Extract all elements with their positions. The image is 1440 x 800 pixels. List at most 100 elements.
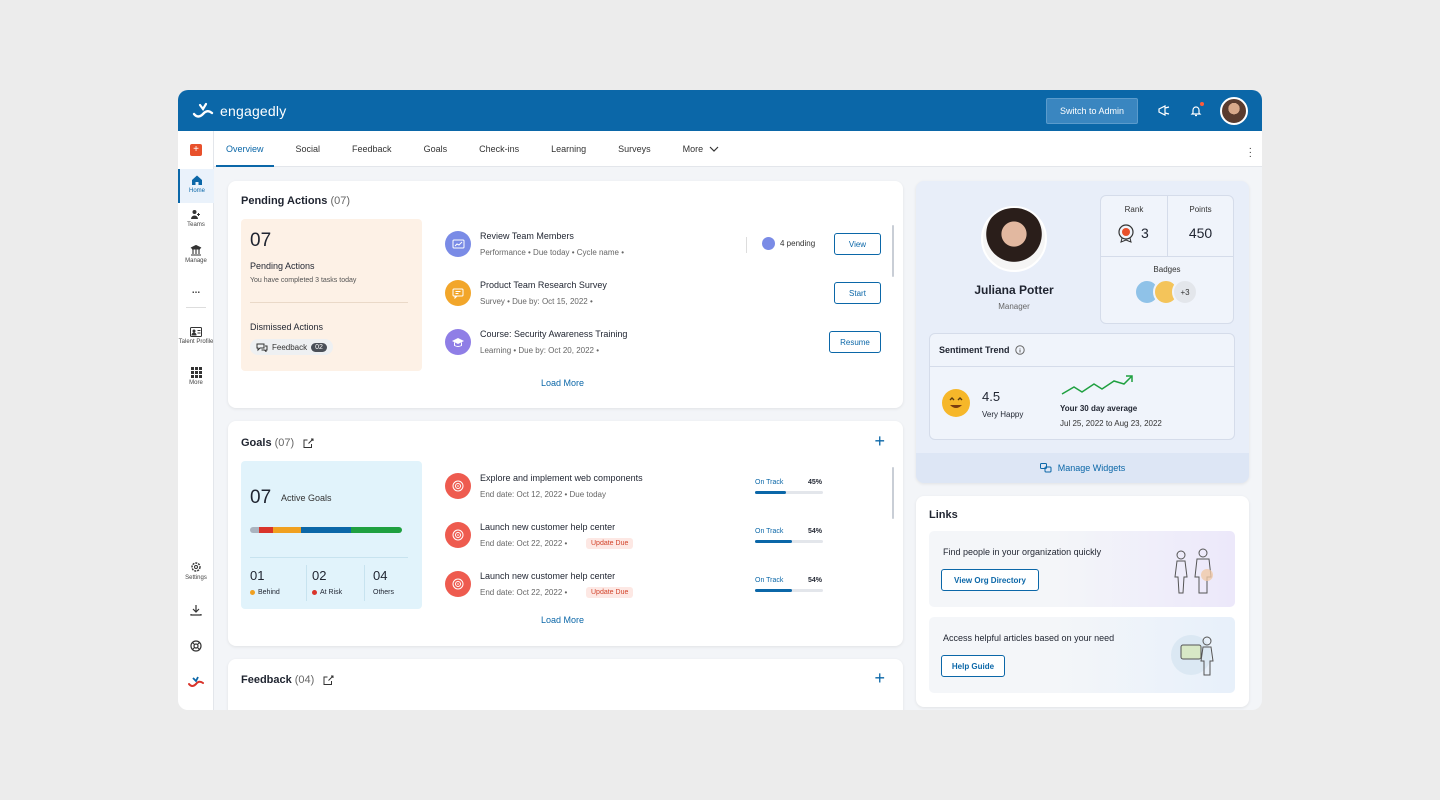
tab-overview[interactable]: Overview xyxy=(216,131,273,167)
pending-actions-title: Pending Actions (07) xyxy=(241,195,350,207)
sidebar: + Home Teams Manage ... Talent Profile M… xyxy=(178,131,214,710)
help-guide-link-panel: Access helpful articles based on your ne… xyxy=(929,617,1235,693)
megaphone-icon[interactable] xyxy=(1156,103,1172,119)
rank-medal-icon xyxy=(1118,224,1134,243)
sidebar-item-settings[interactable]: Settings xyxy=(178,561,214,581)
view-button[interactable]: View xyxy=(834,233,881,255)
info-icon[interactable] xyxy=(1014,345,1025,355)
user-avatar[interactable] xyxy=(1220,96,1248,125)
manage-widgets-button[interactable]: Manage Widgets xyxy=(916,453,1249,483)
goal-title[interactable]: Explore and implement web components xyxy=(480,473,643,483)
sidebar-item-label: Manage xyxy=(185,258,207,264)
profile-role: Manager xyxy=(998,302,1030,311)
course-icon xyxy=(445,329,471,355)
tab-social[interactable]: Social xyxy=(296,131,321,167)
sidebar-item-home[interactable]: Home xyxy=(178,169,214,203)
sidebar-item-talent-profile[interactable]: Talent Profile xyxy=(178,327,214,346)
pending-item-meta: Learning • Due by: Oct 20, 2022 • xyxy=(480,346,600,355)
stat-divider xyxy=(364,565,365,601)
goal-title[interactable]: Launch new customer help center xyxy=(480,571,615,581)
feedback-title-text: Feedback xyxy=(241,674,292,686)
stat-behind-count: 01 xyxy=(250,568,265,583)
goals-label: Active Goals xyxy=(281,493,332,503)
profile-avatar[interactable] xyxy=(981,206,1047,272)
add-feedback-plus-icon[interactable]: + xyxy=(874,668,885,689)
goals-scrollbar[interactable] xyxy=(892,467,894,519)
sidebar-item-more-dots[interactable]: ... xyxy=(178,285,214,296)
external-link-icon[interactable] xyxy=(323,675,334,686)
pending-load-more-link[interactable]: Load More xyxy=(541,378,584,388)
sidebar-item-label: Settings xyxy=(185,575,207,581)
lifebuoy-icon xyxy=(190,640,202,652)
notification-bell-icon[interactable] xyxy=(1188,101,1204,119)
sidebar-item-label: More xyxy=(189,380,203,386)
tab-goals[interactable]: Goals xyxy=(424,131,448,167)
pending-sub-text: You have completed 3 tasks today xyxy=(250,277,357,284)
home-icon xyxy=(192,175,202,185)
engagedly-mark-icon xyxy=(188,676,204,687)
sidebar-download-button[interactable] xyxy=(178,604,214,618)
add-goal-plus-icon[interactable]: + xyxy=(874,431,885,452)
panel-divider xyxy=(1101,256,1233,257)
pending-extra-text: 4 pending xyxy=(780,239,816,248)
chat-icon xyxy=(256,343,268,352)
sidebar-divider xyxy=(186,307,206,308)
switch-to-admin-button[interactable]: Switch to Admin xyxy=(1045,97,1138,124)
stat-at-risk: At Risk xyxy=(312,589,342,596)
org-directory-text: Find people in your organization quickly xyxy=(943,547,1102,557)
pending-item-meta: Survey • Due by: Oct 15, 2022 • xyxy=(480,297,593,306)
badges-more-count[interactable]: +3 xyxy=(1172,279,1198,305)
goals-number: 07 xyxy=(250,487,272,508)
goal-progress-bar xyxy=(755,540,823,543)
profile-card: Juliana Potter Manager Rank 3 Points 450… xyxy=(916,181,1249,483)
tab-surveys[interactable]: Surveys xyxy=(618,131,651,167)
pending-item-title[interactable]: Review Team Members xyxy=(480,231,574,241)
kebab-menu-icon[interactable]: · · · xyxy=(1249,144,1252,162)
sidebar-item-teams[interactable]: Teams xyxy=(178,209,214,228)
behind-dot xyxy=(250,590,255,595)
pending-people-icon xyxy=(762,237,775,250)
badges-label: Badges xyxy=(1153,265,1181,274)
dismissed-feedback-chip[interactable]: Feedback 02 xyxy=(250,339,333,355)
tab-bar: Overview Social Feedback Goals Check-ins… xyxy=(214,131,1262,167)
goal-title[interactable]: Launch new customer help center xyxy=(480,522,615,532)
sidebar-item-manage[interactable]: Manage xyxy=(178,245,214,264)
resume-button[interactable]: Resume xyxy=(829,331,881,353)
pending-scrollbar[interactable] xyxy=(892,225,894,277)
goals-count: (07) xyxy=(274,437,295,449)
update-due-badge: Update Due xyxy=(586,587,634,598)
chip-label: Feedback xyxy=(272,342,308,352)
tab-check-ins[interactable]: Check-ins xyxy=(479,131,519,167)
tab-feedback[interactable]: Feedback xyxy=(352,131,392,167)
goal-target-icon xyxy=(445,473,471,499)
stat-at-risk-label: At Risk xyxy=(320,589,343,596)
pending-item-title[interactable]: Course: Security Awareness Training xyxy=(480,329,627,339)
external-link-icon[interactable] xyxy=(303,438,314,449)
help-guide-button[interactable]: Help Guide xyxy=(941,655,1005,677)
stat-behind: Behind xyxy=(250,589,280,596)
sidebar-item-label: Talent Profile xyxy=(178,339,214,345)
update-due-badge: Update Due xyxy=(586,538,634,549)
app-logo[interactable]: engagedly xyxy=(192,102,286,120)
view-org-directory-button[interactable]: View Org Directory xyxy=(941,569,1039,591)
start-button[interactable]: Start xyxy=(834,282,881,304)
notification-dot xyxy=(1200,101,1204,106)
sidebar-item-more[interactable]: More xyxy=(178,367,214,386)
sidebar-help-button[interactable] xyxy=(178,640,214,654)
pending-item-title[interactable]: Product Team Research Survey xyxy=(480,280,607,290)
goal-meta: End date: Oct 12, 2022 • Due today xyxy=(480,490,606,499)
summary-divider xyxy=(250,302,408,303)
goals-load-more-link[interactable]: Load More xyxy=(541,615,584,625)
tab-learning[interactable]: Learning xyxy=(551,131,586,167)
feedback-card: Feedback (04) + xyxy=(228,659,903,710)
widgets-icon xyxy=(1039,463,1052,473)
talent-profile-icon xyxy=(190,327,202,337)
tab-more[interactable]: More xyxy=(683,131,721,167)
goal-target-icon xyxy=(445,571,471,597)
sidebar-item-label: Teams xyxy=(187,222,205,228)
goals-card: Goals (07) + 07 Active Goals 01 Behind 0… xyxy=(228,421,903,646)
top-bar: engagedly Switch to Admin xyxy=(178,90,1262,131)
sidebar-brand-button[interactable] xyxy=(178,676,214,690)
quick-add-button[interactable]: + xyxy=(190,144,202,156)
people-illustration-icon xyxy=(1174,548,1213,594)
